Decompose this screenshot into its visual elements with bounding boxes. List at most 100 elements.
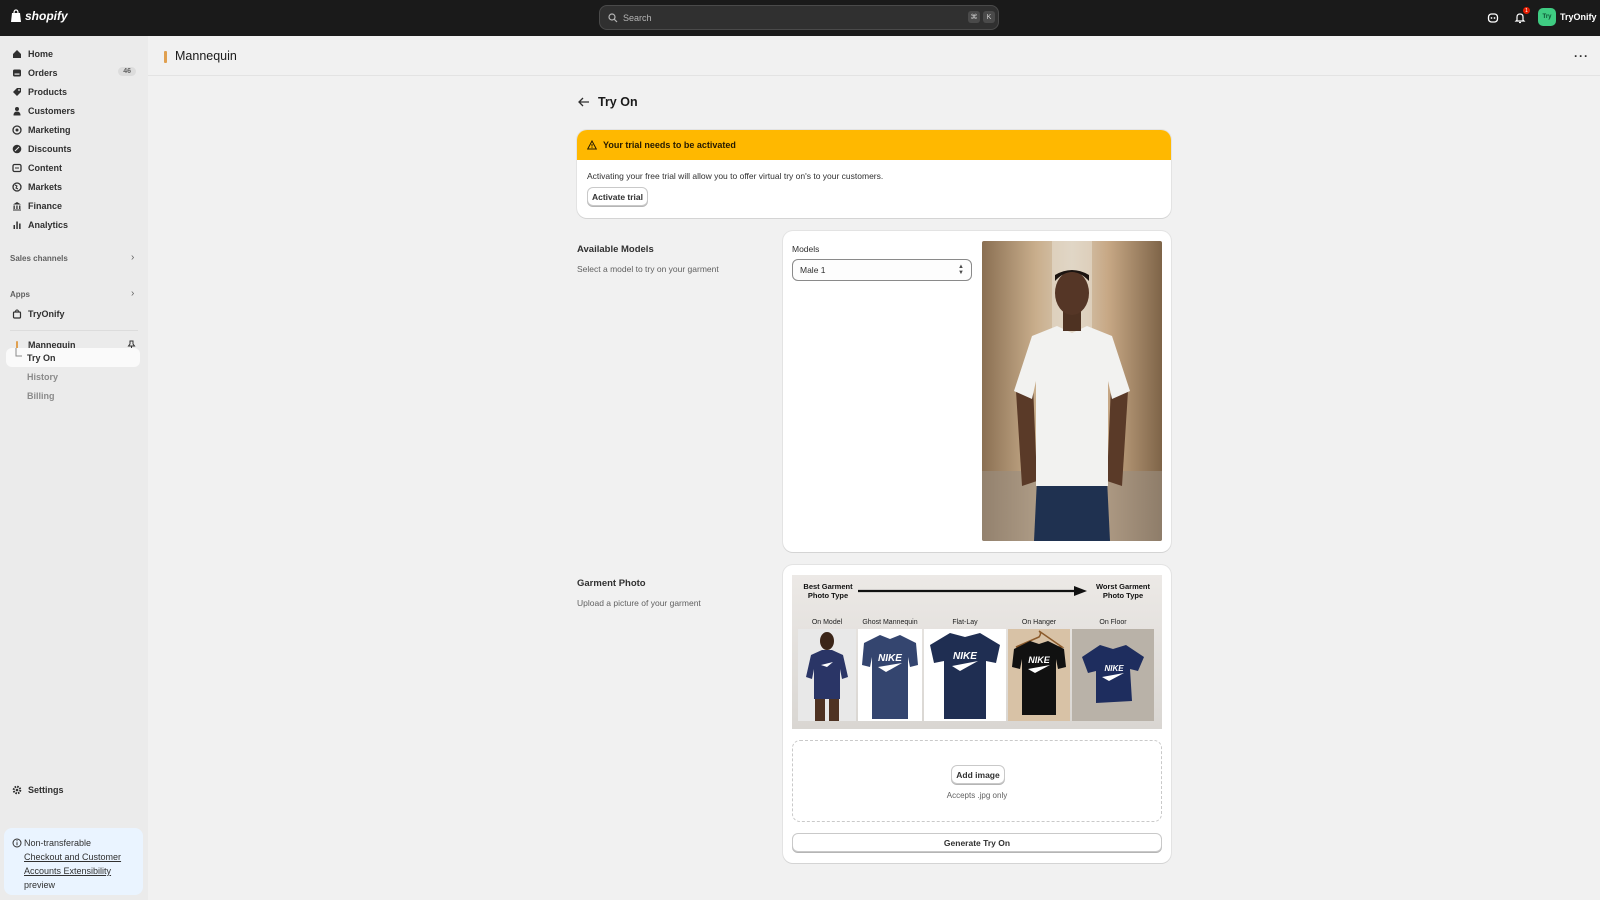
top-bar: shopify Search ⌘ K 1 Try TryOnify bbox=[0, 0, 1600, 36]
banner-text: Activating your free trial will allow yo… bbox=[587, 171, 884, 181]
sidebar-item-label: Products bbox=[28, 87, 68, 97]
on-floor-photo: NIKE bbox=[1072, 629, 1154, 721]
sidebar-item-label: Orders bbox=[28, 68, 58, 78]
shopify-logo[interactable]: shopify bbox=[10, 9, 68, 23]
store-name: TryOnify bbox=[1560, 12, 1597, 22]
sidebar-item-marketing[interactable]: Marketing bbox=[6, 121, 140, 139]
sidebar-item-markets[interactable]: Markets bbox=[6, 178, 140, 196]
trial-banner: Your trial needs to be activated Activat… bbox=[577, 130, 1171, 218]
sidebar-item-label: TryOnify bbox=[28, 309, 65, 319]
store-bag-icon bbox=[11, 309, 22, 320]
search-input[interactable]: Search ⌘ K bbox=[599, 5, 999, 30]
banner-title: Your trial needs to be activated bbox=[603, 140, 736, 150]
more-actions-icon[interactable]: ··· bbox=[1574, 49, 1589, 63]
notifications-bell-icon[interactable]: 1 bbox=[1512, 7, 1530, 26]
sidebar-item-customers[interactable]: Customers bbox=[6, 102, 140, 120]
sidebar-item-products[interactable]: Products bbox=[6, 83, 140, 101]
mannequin-app-icon bbox=[164, 51, 167, 63]
person-icon bbox=[11, 106, 22, 117]
page-title-row: Try On bbox=[578, 95, 638, 109]
svg-text:NIKE: NIKE bbox=[878, 653, 902, 664]
sidebar-item-label: Finance bbox=[28, 201, 63, 211]
discount-icon bbox=[11, 144, 22, 155]
sidekick-icon[interactable] bbox=[1485, 10, 1501, 26]
guide-best-label: Best Garment Photo Type bbox=[803, 582, 853, 600]
banner-header: Your trial needs to be activated bbox=[577, 130, 1171, 160]
svg-text:NIKE: NIKE bbox=[1104, 664, 1124, 673]
ghost-mannequin-photo: NIKE bbox=[858, 629, 922, 721]
sidebar-item-label: Analytics bbox=[28, 220, 69, 230]
back-arrow-icon[interactable] bbox=[578, 97, 590, 107]
sidebar-item-tryonify[interactable]: TryOnify bbox=[6, 305, 140, 323]
page-title: Try On bbox=[598, 95, 638, 109]
sidebar-item-analytics[interactable]: Analytics bbox=[6, 216, 140, 234]
notification-count: 1 bbox=[1523, 7, 1530, 14]
guide-type-label: On Hanger bbox=[1021, 619, 1057, 626]
model-select[interactable]: Male 1 ▲ ▼ bbox=[792, 259, 972, 281]
chevron-right-icon[interactable]: › bbox=[131, 288, 134, 299]
sidebar-item-orders[interactable]: Orders 46 bbox=[6, 64, 140, 82]
tree-connector-icon bbox=[15, 348, 22, 357]
target-icon bbox=[11, 125, 22, 136]
select-chevrons-icon: ▲ ▼ bbox=[958, 264, 964, 276]
best-to-worst-arrow-icon bbox=[858, 586, 1087, 596]
sidebar-item-finance[interactable]: Finance bbox=[6, 197, 140, 215]
extensibility-notice: Non-transferable Checkout and Customer A… bbox=[4, 828, 143, 895]
sidebar-item-home[interactable]: Home bbox=[6, 45, 140, 63]
sidebar-sub-try-on[interactable]: Try On bbox=[27, 353, 56, 363]
bank-icon bbox=[11, 201, 22, 212]
chevron-right-icon[interactable]: › bbox=[131, 252, 134, 263]
orders-count-badge: 46 bbox=[118, 67, 136, 76]
guide-type-label: On Model bbox=[811, 619, 843, 626]
sidebar-item-label: Content bbox=[28, 163, 62, 173]
logo-text: shopify bbox=[25, 9, 68, 23]
sidebar-item-settings[interactable]: Settings bbox=[6, 781, 140, 799]
sales-channels-label[interactable]: Sales channels bbox=[10, 254, 68, 263]
tag-icon bbox=[11, 87, 22, 98]
divider bbox=[10, 330, 138, 331]
orders-icon bbox=[11, 68, 22, 79]
sidebar-item-label: Settings bbox=[28, 785, 64, 795]
models-section-title: Available Models bbox=[577, 244, 654, 255]
model-select-value: Male 1 bbox=[800, 265, 826, 275]
shortcut-cmd-key: ⌘ bbox=[968, 11, 980, 23]
add-image-button[interactable]: Add image bbox=[951, 765, 1005, 784]
sidebar-item-label: Marketing bbox=[28, 125, 71, 135]
app-title: Mannequin bbox=[175, 49, 237, 63]
generate-try-on-button[interactable]: Generate Try On bbox=[792, 833, 1162, 852]
notice-text: Non-transferable bbox=[24, 838, 92, 848]
model-photo bbox=[982, 241, 1162, 541]
info-icon bbox=[12, 838, 22, 848]
search-placeholder: Search bbox=[623, 12, 652, 23]
notice-suffix: preview bbox=[24, 880, 56, 890]
image-dropzone[interactable]: Add image Accepts .jpg only bbox=[792, 740, 1162, 822]
sidebar-item-discounts[interactable]: Discounts bbox=[6, 140, 140, 158]
on-model-photo bbox=[798, 629, 856, 721]
activate-trial-button[interactable]: Activate trial bbox=[587, 187, 648, 206]
garment-section-title: Garment Photo bbox=[577, 578, 646, 589]
svg-text:NIKE: NIKE bbox=[953, 651, 977, 662]
garment-photo-guide: Best Garment Photo Type Worst Garment Ph… bbox=[792, 575, 1162, 729]
shortcut-k-key: K bbox=[983, 11, 995, 23]
guide-type-label: Flat-Lay bbox=[952, 619, 978, 626]
sidebar-item-label: Customers bbox=[28, 106, 76, 116]
on-hanger-photo: NIKE bbox=[1008, 629, 1070, 721]
svg-text:NIKE: NIKE bbox=[1028, 655, 1050, 665]
sidebar-item-label: Markets bbox=[28, 182, 63, 192]
search-icon bbox=[608, 12, 618, 22]
store-avatar: Try bbox=[1538, 8, 1556, 26]
home-icon bbox=[11, 49, 22, 60]
store-menu[interactable]: Try TryOnify bbox=[1538, 8, 1597, 26]
sidebar-item-content[interactable]: Content bbox=[6, 159, 140, 177]
sidebar: Home Orders 46 Products Customers Market… bbox=[0, 36, 148, 900]
content-icon bbox=[11, 163, 22, 174]
sidebar-sub-billing[interactable]: Billing bbox=[27, 391, 55, 401]
sidebar-sub-history[interactable]: History bbox=[27, 372, 58, 382]
sidebar-item-label: Discounts bbox=[28, 144, 72, 154]
accepted-formats-text: Accepts .jpg only bbox=[946, 791, 1008, 800]
apps-label[interactable]: Apps bbox=[10, 290, 30, 299]
notice-link[interactable]: Checkout and Customer Accounts Extensibi… bbox=[24, 852, 121, 876]
bar-chart-icon bbox=[11, 220, 22, 231]
models-field-label: Models bbox=[792, 244, 820, 254]
shopify-bag-icon bbox=[11, 9, 21, 22]
